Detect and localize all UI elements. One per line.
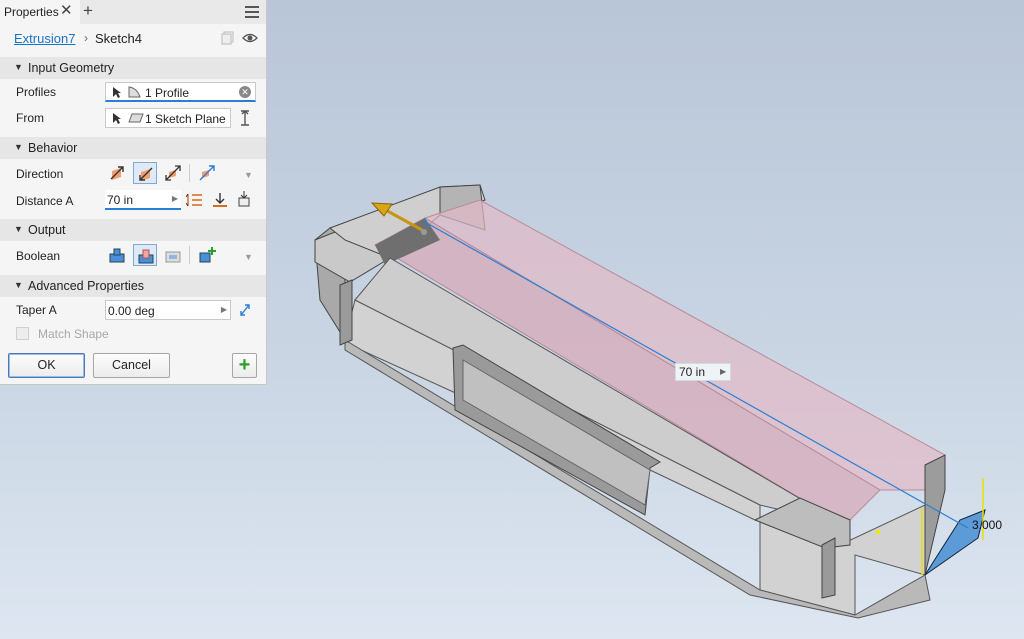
direction-asymmetric-button[interactable] (195, 162, 219, 184)
distance-icon[interactable] (186, 192, 204, 208)
direction-flipped-button[interactable] (133, 162, 157, 184)
section-title: Behavior (28, 141, 78, 155)
direction-label: Direction (16, 167, 64, 181)
to-icon[interactable] (236, 191, 252, 209)
chevron-down-icon[interactable]: ▼ (244, 252, 253, 262)
sketch-point (875, 529, 881, 535)
section-input-geometry[interactable]: ▼ Input Geometry (0, 57, 266, 79)
collapse-triangle-icon[interactable]: ▼ (14, 224, 23, 234)
breadcrumb-feature[interactable]: Extrusion7 (14, 31, 75, 46)
pointer-icon (113, 87, 121, 98)
visibility-icon[interactable] (242, 31, 258, 45)
collapse-triangle-icon[interactable]: ▼ (14, 62, 23, 72)
taper-label: Taper A (16, 303, 57, 317)
from-label: From (16, 111, 44, 125)
ok-button[interactable]: OK (8, 353, 85, 378)
menu-icon[interactable] (245, 6, 259, 18)
cut-icon (138, 249, 154, 264)
distance-input[interactable]: 70 in ▶ (105, 190, 181, 210)
copy-icon[interactable] (221, 31, 235, 45)
match-shape-label: Match Shape (38, 327, 109, 341)
profiles-label: Profiles (16, 85, 57, 99)
panel-tab-bar: Properties ✕ + (0, 0, 266, 24)
direction-default-button[interactable] (105, 162, 129, 184)
collapse-triangle-icon[interactable]: ▼ (14, 142, 23, 152)
separator (189, 246, 190, 264)
chevron-right-icon[interactable]: ▶ (221, 305, 227, 314)
taper-input[interactable]: 0.00 deg ▶ (105, 300, 231, 320)
new-solid-icon (199, 247, 216, 263)
breadcrumb-separator: › (84, 31, 88, 45)
direction-flipped-icon (139, 167, 153, 181)
distance-label: Distance A (16, 194, 74, 208)
cut-button[interactable] (133, 244, 157, 266)
separator (189, 164, 190, 182)
match-shape-checkbox[interactable] (16, 327, 29, 340)
chevron-right-icon[interactable]: ▶ (172, 194, 178, 203)
intersect-button[interactable] (161, 244, 185, 266)
section-title: Output (28, 223, 66, 237)
flip-icon[interactable] (238, 110, 252, 126)
distance-value: 70 in (107, 193, 134, 207)
cancel-button[interactable]: Cancel (93, 353, 170, 378)
direction-default-icon (110, 166, 124, 180)
new-solid-button[interactable] (195, 244, 219, 266)
section-output[interactable]: ▼ Output (0, 219, 266, 241)
taper-value: 0.00 deg (108, 304, 155, 318)
distance-dimension-value: 70 in (679, 365, 706, 379)
profiles-value: 1 Profile (145, 86, 190, 100)
tab-properties-label: Properties (4, 5, 59, 19)
boolean-label: Boolean (16, 249, 61, 263)
direction-symmetric-button[interactable] (161, 162, 185, 184)
section-title: Input Geometry (28, 61, 115, 75)
profile-icon (128, 86, 141, 98)
chevron-down-icon[interactable]: ▼ (244, 170, 253, 180)
properties-panel: Properties ✕ + Extrusion7 › Sketch4 ▼ In… (0, 0, 267, 385)
add-tab-icon[interactable]: + (83, 1, 93, 21)
join-button[interactable] (105, 244, 129, 266)
section-advanced-properties[interactable]: ▼ Advanced Properties (0, 275, 266, 297)
intersect-icon (165, 251, 181, 263)
sketch-plane-icon (128, 113, 144, 123)
section-behavior[interactable]: ▼ Behavior (0, 137, 266, 159)
direction-arrow-knob (421, 229, 427, 235)
part-right-groove (821, 537, 836, 599)
dimension-arrow-icon[interactable]: ▶ (720, 367, 726, 376)
close-icon[interactable]: ✕ (60, 2, 73, 20)
side-dimension-value[interactable]: 3.000 (972, 518, 1002, 532)
direction-symmetric-icon (165, 165, 181, 181)
collapse-triangle-icon[interactable]: ▼ (14, 280, 23, 290)
section-title: Advanced Properties (28, 279, 145, 293)
clear-selection-icon[interactable]: ✕ (239, 86, 251, 98)
direction-asymmetric-icon (199, 165, 215, 181)
to-next-icon[interactable] (212, 192, 228, 208)
distance-dimension-edit[interactable]: 70 in ▶ (675, 363, 731, 381)
from-selector[interactable]: 1 Sketch Plane (105, 108, 231, 128)
apply-plus-button[interactable]: + (232, 353, 257, 378)
from-value: 1 Sketch Plane (145, 112, 226, 126)
taper-flip-icon[interactable] (238, 302, 252, 318)
pointer-icon (113, 113, 121, 124)
part-left-groove (339, 279, 353, 346)
tab-properties[interactable]: Properties ✕ (0, 0, 80, 24)
profiles-selector[interactable]: 1 Profile ✕ (105, 82, 256, 102)
join-icon (109, 248, 125, 263)
breadcrumb-sketch[interactable]: Sketch4 (95, 31, 142, 46)
